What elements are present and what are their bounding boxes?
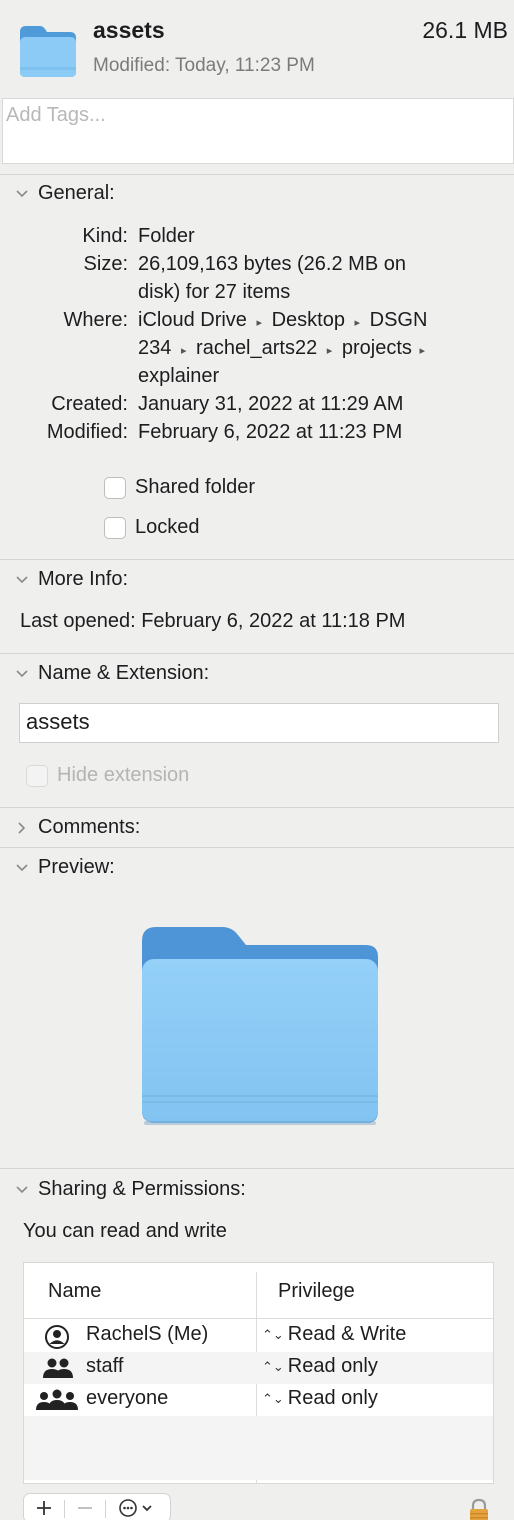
chevron-down-icon — [12, 1180, 32, 1200]
remove-button[interactable] — [65, 1494, 105, 1520]
section-general-header[interactable]: General: — [12, 182, 115, 205]
path-rachel-arts22: rachel_arts22 — [196, 337, 318, 359]
privilege-select[interactable]: ⌃⌄ Read & Write — [262, 1323, 406, 1346]
section-more-info-header[interactable]: More Info: — [12, 568, 128, 591]
file-name: assets — [93, 17, 165, 43]
path-arrow-icon: ▸ — [256, 317, 263, 329]
section-preview-title: Preview: — [38, 856, 115, 878]
where-label: Where: — [63, 309, 128, 331]
updown-arrows-icon: ⌃⌄ — [262, 1327, 284, 1342]
table-row-empty — [24, 1416, 493, 1448]
where-path-line3: explainer — [138, 365, 220, 387]
hide-extension-checkbox — [26, 764, 48, 787]
kind-label: Kind: — [82, 225, 128, 247]
section-sharing-title: Sharing & Permissions: — [38, 1178, 246, 1200]
path-desktop: Desktop — [271, 309, 345, 331]
section-comments-title: Comments: — [38, 816, 141, 838]
section-sharing-header[interactable]: Sharing & Permissions: — [12, 1178, 246, 1201]
path-arrow-icon: ▸ — [326, 345, 333, 357]
user-icon — [44, 1324, 70, 1350]
row-privilege: Read & Write — [287, 1323, 407, 1345]
created-label: Created: — [51, 393, 128, 415]
where-path-line1: iCloud Drive ▸ Desktop ▸ DSGN — [138, 306, 488, 337]
chevron-down-icon — [12, 858, 32, 878]
divider — [0, 653, 514, 654]
path-dsgn: DSGN — [369, 309, 428, 331]
privilege-select[interactable]: ⌃⌄ Read only — [262, 1355, 378, 1378]
path-icloud-drive: iCloud Drive — [138, 309, 247, 331]
hide-extension-label: Hide extension — [57, 764, 190, 786]
modified-value: February 6, 2022 at 11:23 PM — [138, 421, 403, 443]
row-name: RachelS (Me) — [86, 1323, 209, 1345]
action-menu-button[interactable] — [106, 1494, 170, 1520]
tags-input[interactable]: Add Tags... — [2, 98, 514, 164]
sharing-status: You can read and write — [23, 1220, 227, 1242]
section-more-info-title: More Info: — [38, 568, 129, 590]
shared-folder-checkbox[interactable] — [104, 476, 126, 499]
hide-extension-checkbox-row: Hide extension — [26, 764, 189, 787]
everyone-icon — [36, 1389, 78, 1411]
chevron-down-icon — [12, 570, 32, 590]
created-value: January 31, 2022 at 11:29 AM — [138, 393, 404, 415]
modified-label: Modified: — [46, 421, 128, 443]
chevron-down-icon — [12, 664, 32, 684]
row-privilege: Read only — [287, 1387, 378, 1409]
locked-checkbox-row[interactable]: Locked — [104, 516, 200, 539]
size-label: Size: — [83, 253, 128, 275]
size-value-line1: 26,109,163 bytes (26.2 MB on — [138, 253, 406, 275]
folder-preview-icon — [142, 925, 380, 1127]
row-name: everyone — [86, 1387, 169, 1409]
path-arrow-icon: ▸ — [419, 345, 425, 357]
row-name: staff — [86, 1355, 124, 1377]
name-input[interactable]: assets — [19, 703, 499, 743]
divider — [0, 1168, 514, 1169]
size-value-line2: disk) for 27 items — [138, 281, 291, 303]
file-size: 26.1 MB — [422, 17, 508, 43]
divider — [0, 559, 514, 560]
divider — [0, 807, 514, 808]
path-arrow-icon: ▸ — [180, 345, 187, 357]
section-general-title: General: — [38, 182, 115, 204]
row-privilege: Read only — [287, 1355, 378, 1377]
path-arrow-icon: ▸ — [354, 317, 361, 329]
shared-folder-checkbox-row[interactable]: Shared folder — [104, 476, 255, 499]
where-path-line2: 234 ▸ rachel_arts22 ▸ projects ▸ — [138, 334, 488, 365]
locked-checkbox[interactable] — [104, 516, 126, 539]
kind-value: Folder — [138, 225, 195, 247]
chevron-right-icon — [12, 818, 32, 838]
section-comments-header[interactable]: Comments: — [12, 816, 140, 839]
shared-folder-label: Shared folder — [135, 476, 256, 498]
path-234: 234 — [138, 337, 172, 359]
divider — [0, 847, 514, 848]
lock-icon[interactable] — [466, 1498, 492, 1520]
permissions-toolbar — [23, 1493, 171, 1520]
header-divider — [24, 1318, 493, 1319]
updown-arrows-icon: ⌃⌄ — [262, 1359, 284, 1374]
column-header-privilege[interactable]: Privilege — [278, 1280, 355, 1303]
updown-arrows-icon: ⌃⌄ — [262, 1391, 284, 1406]
general-info: Kind: Folder Size: 26,109,163 bytes (26.… — [0, 222, 514, 452]
table-row-empty — [24, 1448, 493, 1480]
folder-icon — [18, 22, 78, 78]
privilege-select[interactable]: ⌃⌄ Read only — [262, 1387, 378, 1410]
divider — [0, 174, 514, 175]
group-icon — [42, 1357, 74, 1379]
section-preview-header[interactable]: Preview: — [12, 856, 115, 879]
section-name-extension-title: Name & Extension: — [38, 662, 210, 684]
path-projects: projects — [341, 337, 412, 359]
section-name-extension-header[interactable]: Name & Extension: — [12, 662, 209, 685]
modified-summary: Modified: Today, 11:23 PM — [93, 55, 315, 76]
column-header-name[interactable]: Name — [48, 1280, 101, 1303]
last-opened: Last opened: February 6, 2022 at 11:18 P… — [20, 610, 406, 632]
chevron-down-icon — [12, 184, 32, 204]
locked-label: Locked — [135, 516, 200, 538]
add-button[interactable] — [24, 1494, 64, 1520]
